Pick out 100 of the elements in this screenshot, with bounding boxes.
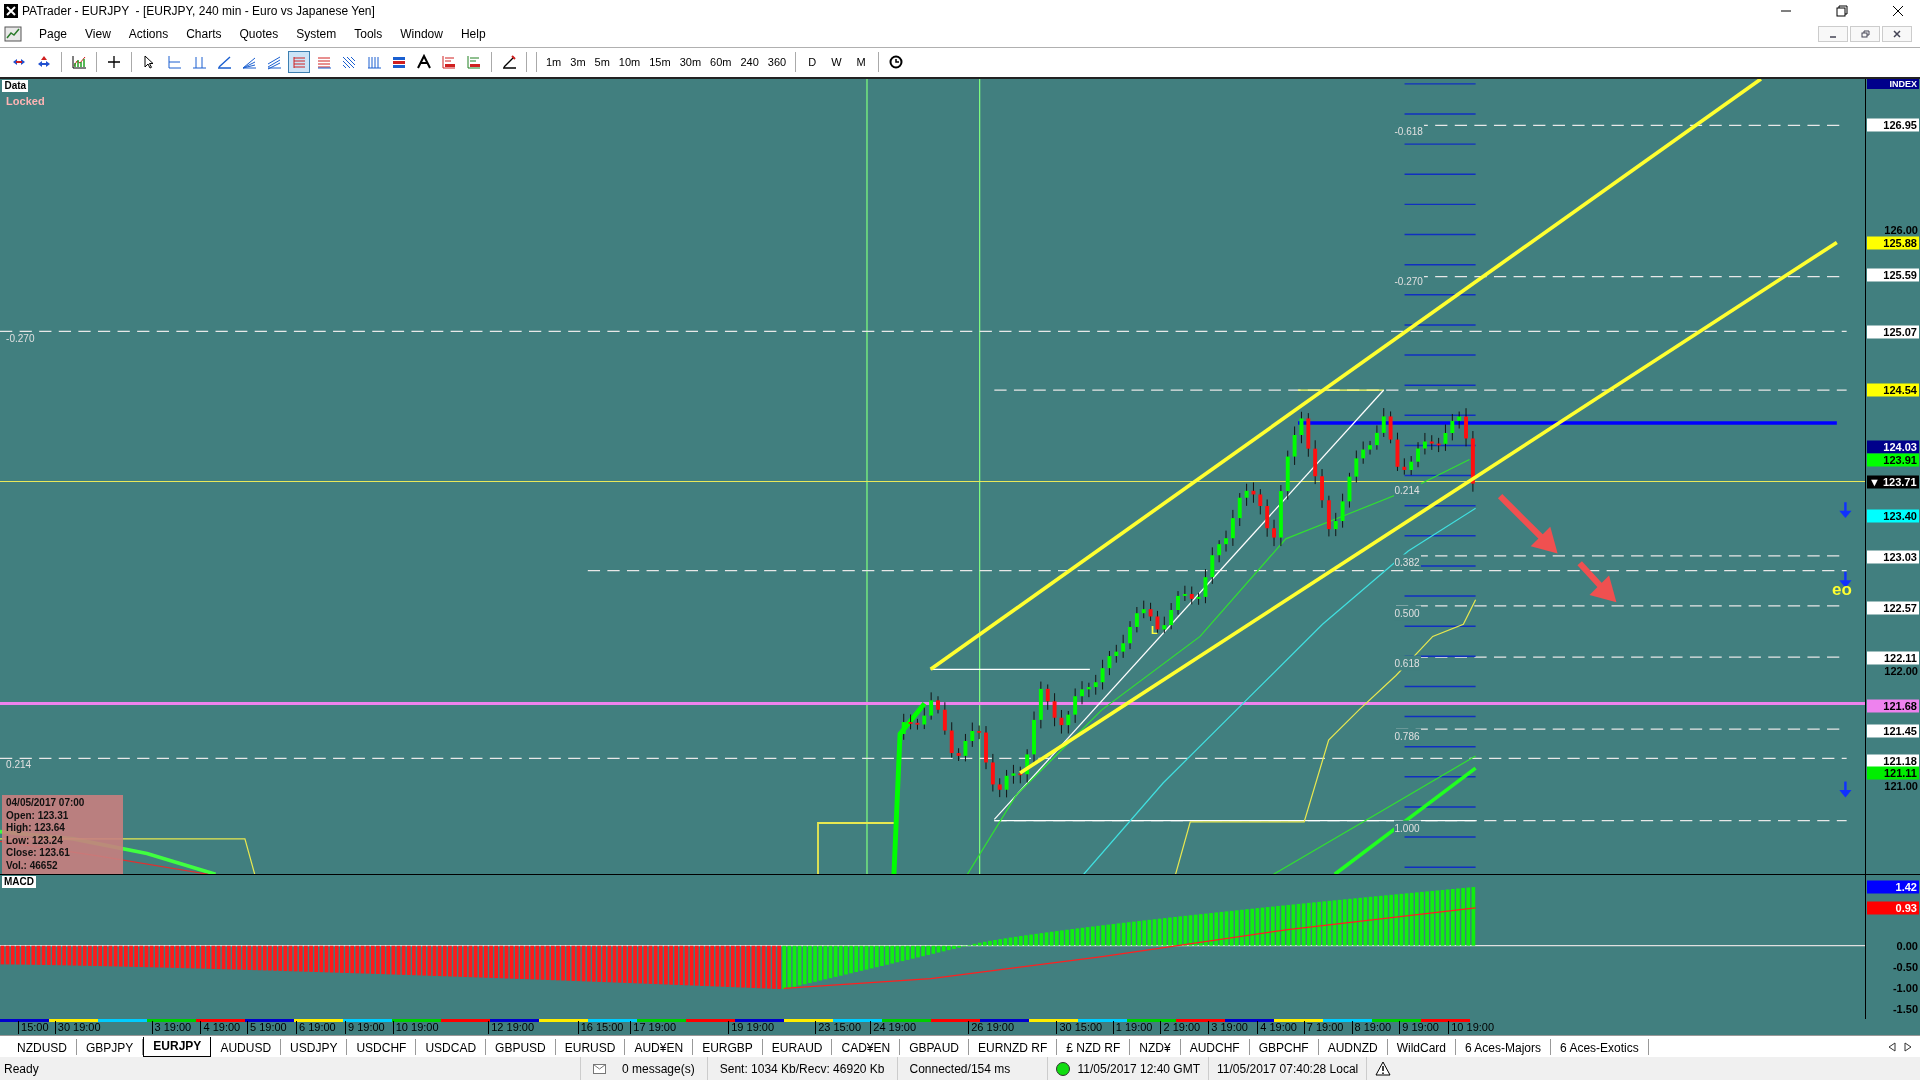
time-label: 3 19:00 [151, 1021, 192, 1035]
tab[interactable]: USDCAD [416, 1038, 487, 1055]
tab[interactable]: USDCHF [347, 1038, 417, 1055]
tab[interactable]: NZD¥ [1130, 1038, 1181, 1055]
time-label: 26 19:00 [968, 1021, 1015, 1035]
tab[interactable]: GBPCHF [1249, 1038, 1319, 1055]
time-label: 10 19:00 [1448, 1021, 1495, 1035]
tab[interactable]: AUD¥EN [625, 1038, 694, 1055]
axis-label: 0.00 [1896, 939, 1918, 953]
price-marker: 0.93 [1867, 901, 1919, 914]
tab[interactable]: £ NZD RF [1057, 1038, 1131, 1055]
menu-item[interactable]: System [287, 25, 346, 44]
price-marker: 124.54 [1867, 383, 1919, 397]
axis-label: 126.00 [1884, 223, 1918, 237]
time-label: 24 19:00 [870, 1021, 917, 1035]
time-label: 5 19:00 [247, 1021, 287, 1035]
menu-item[interactable]: View [76, 25, 120, 44]
axis-header: INDEX [1867, 78, 1919, 89]
info-text: 04/05/2017 07:00 [6, 797, 86, 810]
time-label: 12 19:00 [488, 1021, 535, 1035]
pattern-label: L [1151, 624, 1158, 637]
price-marker: 126.95 [1867, 118, 1919, 132]
timeframe-button[interactable]: 360 [764, 54, 790, 71]
tab[interactable]: WildCard [1387, 1038, 1456, 1055]
timeframe-button[interactable]: 60m [707, 54, 735, 71]
info-text: High: 123.64 [6, 822, 66, 835]
timeframe-button[interactable]: 15m [646, 54, 674, 71]
time-label: 4 19:00 [200, 1021, 241, 1035]
indicator-label: MACD [2, 876, 36, 889]
axis-label: -1.50 [1892, 1002, 1918, 1016]
menu-item[interactable]: Charts [177, 25, 231, 44]
tab[interactable]: CAD¥EN [832, 1038, 901, 1055]
tab[interactable]: GBPAUD [900, 1038, 969, 1055]
time-label: 9 19:00 [344, 1021, 385, 1035]
period-button[interactable]: D [802, 54, 823, 71]
axis-label: -1.00 [1892, 981, 1918, 995]
tab[interactable]: EURJPY [143, 1036, 212, 1057]
period-button[interactable]: W [825, 54, 848, 71]
price-marker: ▼ 123.71 [1867, 475, 1919, 489]
info-text: Close: 123.61 [6, 847, 71, 860]
timeframe-button[interactable]: 1m [543, 54, 565, 71]
time-label: 8 19:00 [1351, 1021, 1392, 1035]
period-button[interactable]: M [850, 54, 872, 71]
time-label: 7 19:00 [1303, 1021, 1344, 1035]
price-marker: 121.11 [1867, 766, 1919, 780]
time-label: 2 19:00 [1160, 1021, 1201, 1035]
data-label: Data [2, 80, 29, 93]
tab[interactable]: USDJPY [281, 1038, 348, 1055]
timeframe-button[interactable]: 3m [567, 54, 589, 71]
tab[interactable]: 6 Aces-Majors [1456, 1038, 1552, 1055]
local-time: 11/05/2017 07:40:28 Local [1217, 1060, 1359, 1078]
signal-label: eo [1831, 581, 1852, 600]
fib-label: 0.214 [1393, 482, 1421, 497]
tab[interactable]: GBPUSD [486, 1038, 556, 1055]
price-marker: 121.45 [1867, 724, 1919, 738]
tab[interactable]: AUDUSD [211, 1038, 282, 1055]
price-marker: 125.07 [1867, 325, 1919, 339]
time-label: 23 15:00 [815, 1021, 861, 1035]
price-marker: 122.11 [1867, 651, 1919, 665]
menu-item[interactable]: Help [451, 25, 495, 44]
locked-label: Locked [6, 94, 45, 107]
tab[interactable]: EURGBP [693, 1038, 763, 1055]
time-label: 3 19:00 [1208, 1021, 1248, 1035]
time-label: 17 19:00 [630, 1021, 677, 1035]
tab[interactable]: NZDUSD [8, 1038, 77, 1055]
info-text: Open: 123.31 [6, 809, 70, 823]
tab[interactable]: AUDNZD [1318, 1038, 1388, 1055]
menu-item[interactable]: Page [30, 25, 77, 44]
time-label: 4 19:00 [1257, 1021, 1297, 1035]
price-marker: 125.59 [1867, 268, 1919, 282]
timeframe-button[interactable]: 10m [615, 54, 644, 71]
status-text: Ready [3, 1060, 40, 1078]
connection-text: Connected/154 ms [909, 1060, 1011, 1078]
menu-item[interactable]: Quotes [230, 25, 288, 44]
info-text: Vol.: 46652 [6, 859, 59, 873]
tab[interactable]: EURNZD RF [968, 1038, 1058, 1055]
tab[interactable]: AUDCHF [1180, 1038, 1250, 1055]
price-marker: 121.68 [1867, 699, 1919, 713]
time-label: 15:00 [18, 1021, 49, 1035]
menu-item[interactable]: Actions [119, 25, 178, 44]
time-label: 10 19:00 [392, 1021, 439, 1035]
tab[interactable]: EURAUD [762, 1038, 833, 1055]
menu-item[interactable]: Tools [345, 25, 392, 44]
time-label: 30 19:00 [54, 1021, 101, 1035]
price-marker: 122.57 [1867, 601, 1919, 615]
price-marker: 123.03 [1867, 550, 1919, 564]
timeframe-button[interactable]: 5m [591, 54, 613, 71]
axis-label: 122.00 [1884, 664, 1918, 678]
fib-label: 0.382 [1393, 554, 1421, 570]
axis-label: -0.50 [1892, 960, 1918, 974]
tab[interactable]: EURUSD [555, 1038, 626, 1055]
timeframe-button[interactable]: 30m [676, 54, 705, 71]
price-marker: 125.88 [1867, 236, 1919, 250]
price-marker: 124.03 [1867, 440, 1919, 454]
menu-item[interactable]: Window [391, 25, 452, 44]
traffic-text: Sent: 1034 Kb/Recv: 46920 Kb [719, 1060, 885, 1078]
price-marker: 123.40 [1867, 509, 1919, 523]
timeframe-button[interactable]: 240 [737, 54, 762, 71]
fib-label: 0.214 [6, 757, 32, 772]
tab[interactable]: 6 Aces-Exotics [1551, 1038, 1649, 1055]
